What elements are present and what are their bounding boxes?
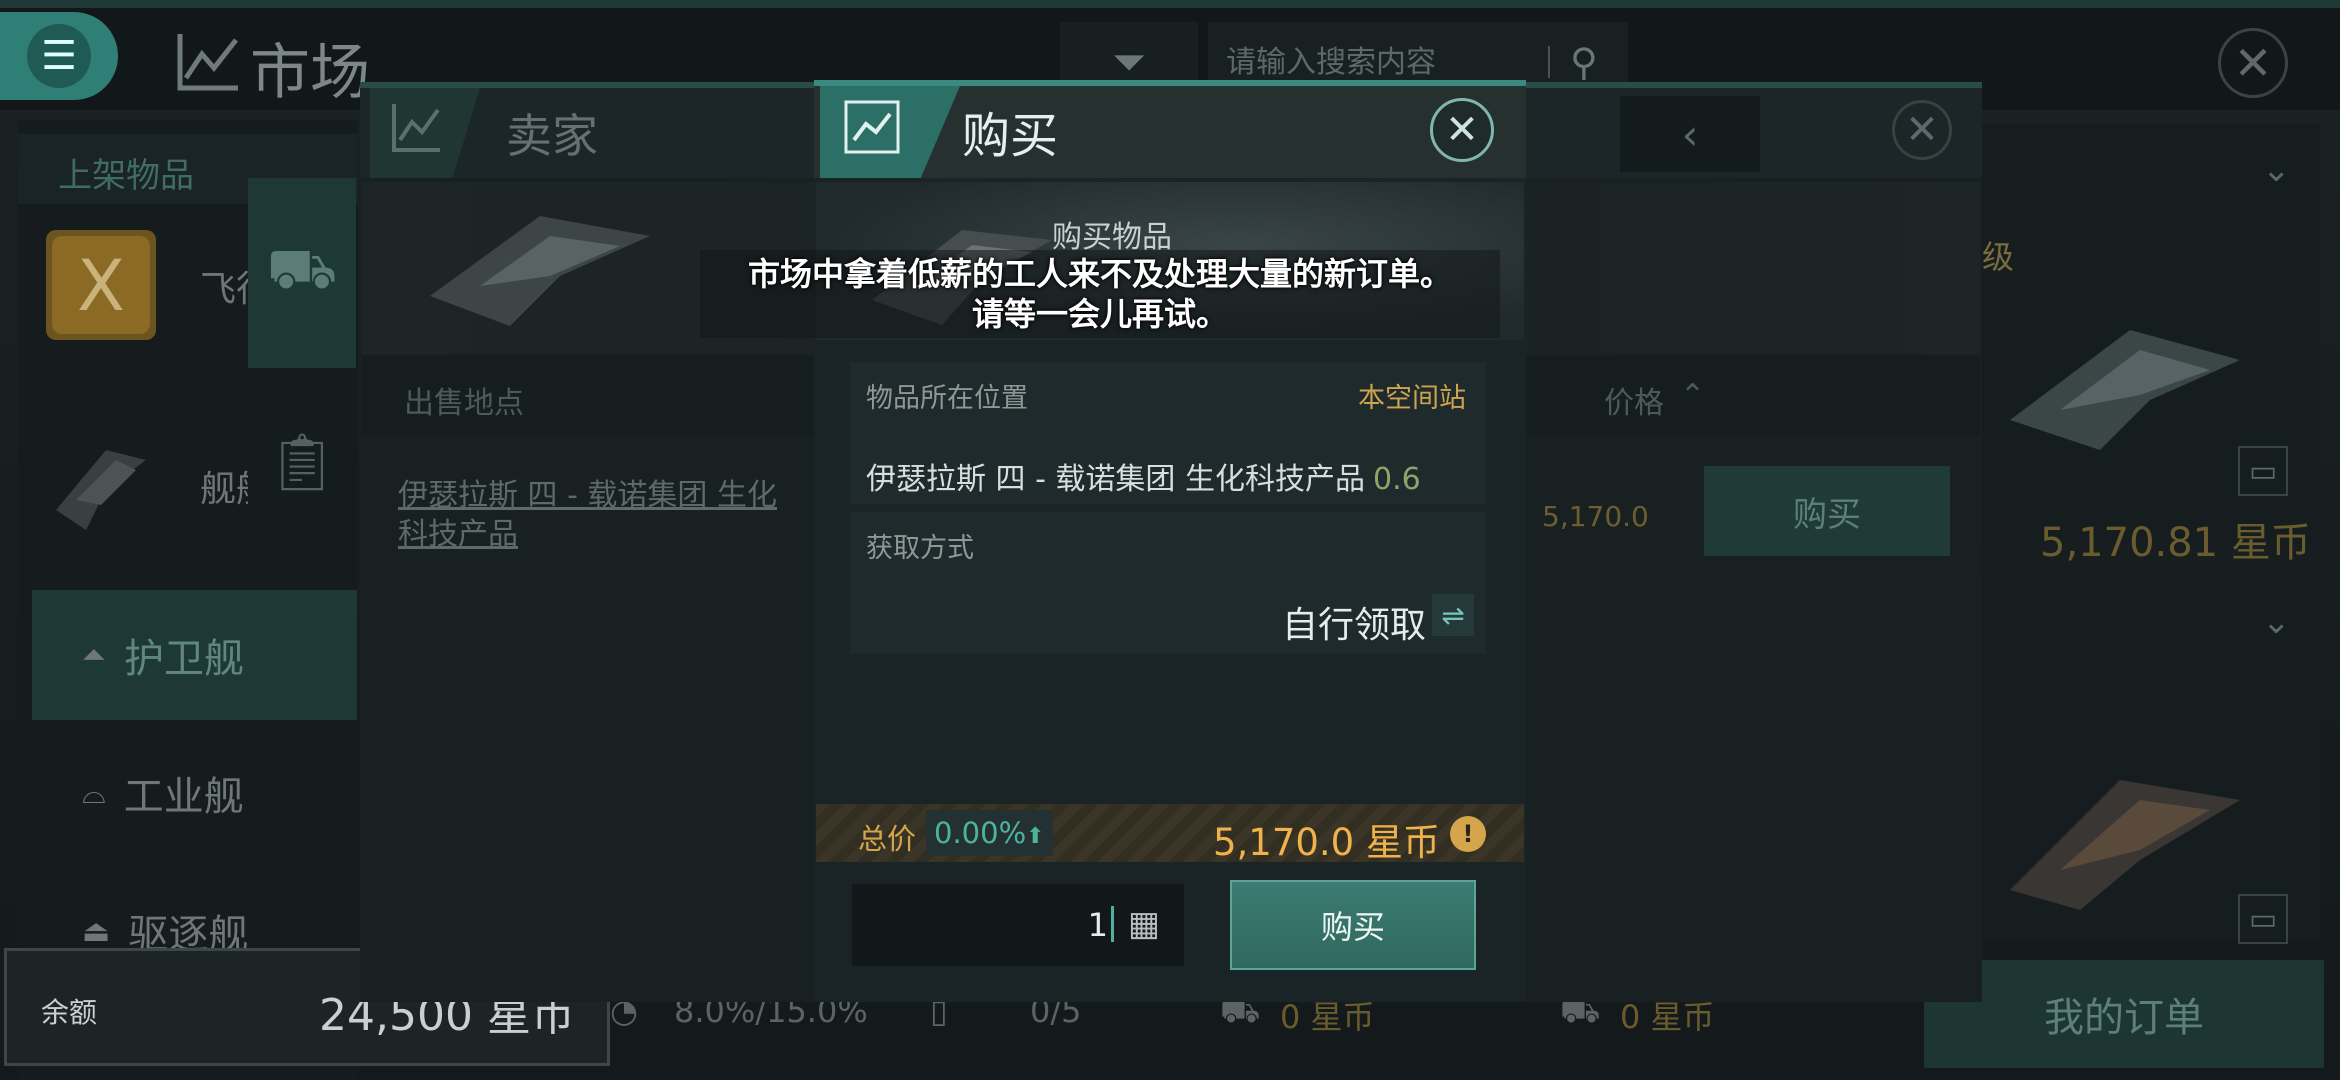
warning-icon[interactable]: ! <box>1450 816 1486 852</box>
calculator-icon[interactable]: ▦ <box>1128 904 1160 944</box>
buy-title: 购买 <box>962 108 1059 164</box>
chevron-up-icon: ⏶ <box>82 637 106 673</box>
close-icon: ✕ <box>1445 107 1479 153</box>
col-price[interactable]: 价格 <box>1604 378 1664 422</box>
chevron-left-icon: ‹ <box>1681 109 1699 159</box>
seller-close-button[interactable]: ✕ <box>1892 100 1952 160</box>
category-label: 工业舰 <box>123 774 244 820</box>
info-button[interactable]: ▭ <box>2238 894 2288 944</box>
ship-tier-tag: 级 <box>1982 238 2015 276</box>
location-box: 物品所在位置 本空间站 伊瑟拉斯 四 - 载诺集团 生化科技产品 0.6 <box>850 362 1486 504</box>
market-chart-icon <box>177 34 238 91</box>
total-bar: 总价 0.00%⬆ 5,170.0 星币 ! <box>816 804 1524 864</box>
destroyer-icon: ⏏ <box>82 913 111 949</box>
location-name: 伊瑟拉斯 四 - 载诺集团 生化科技产品 0.6 <box>866 454 1421 498</box>
menu-button[interactable]: ☰ <box>0 12 118 100</box>
svg-text:X: X <box>77 245 125 327</box>
chevron-down-icon[interactable]: ⌄ <box>2262 150 2291 190</box>
security-status: 0.6 <box>1372 462 1421 497</box>
page-title: 市场 <box>250 38 370 108</box>
busy-toast: 市场中拿着低薪的工人来不及处理大量的新订单。 请等一会儿再试。 <box>700 250 1500 338</box>
search-icon[interactable]: ⚲ <box>1570 40 1598 84</box>
side-tab-buy[interactable]: ⛟ <box>248 178 356 368</box>
seller-location-link[interactable]: 伊瑟拉斯 四 - 载诺集团 生化科技产品 <box>398 476 778 554</box>
close-icon: ✕ <box>2233 36 2273 90</box>
swap-icon[interactable]: ⇌ <box>1432 594 1474 636</box>
acquire-label: 获取方式 <box>866 533 974 564</box>
location-tag: 本空间站 <box>1358 383 1466 414</box>
acquire-value: 自行领取 <box>1281 605 1426 646</box>
col-location: 出售地点 <box>404 386 524 421</box>
arrow-up-icon: ⬆ <box>1026 824 1045 849</box>
quantity-field[interactable]: 1 ▦ <box>852 884 1184 966</box>
category-label: 护卫舰 <box>124 636 244 682</box>
location-label: 物品所在位置 <box>866 383 1028 414</box>
price-change-value: 0.00% <box>934 816 1027 850</box>
text-cursor <box>1111 906 1114 942</box>
my-orders-button[interactable]: 我的订单 <box>1924 960 2324 1068</box>
sort-up-icon[interactable]: ⌃ <box>1680 378 1705 413</box>
price-change: 0.00%⬆ <box>926 810 1053 856</box>
cart-download-icon: ⛟ <box>266 237 338 302</box>
category-industrial[interactable]: ⌓ 工业舰 <box>32 728 357 858</box>
ship-thumbnail <box>56 450 146 530</box>
toast-line-2: 请等一会儿再试。 <box>971 295 1228 333</box>
quantity-value: 1 <box>1087 906 1108 944</box>
close-market-button[interactable]: ✕ <box>2218 28 2288 98</box>
buy-close-button[interactable]: ✕ <box>1430 98 1494 162</box>
total-value: 5,170.0 星币 <box>1213 821 1440 864</box>
acquire-box: 获取方式 自行领取 ⇌ <box>850 512 1486 654</box>
station-name: 伊瑟拉斯 四 - 载诺集团 生化科技产品 <box>866 462 1365 497</box>
seller-price: 5,170.0 <box>1542 500 1649 533</box>
clipboard-icon: 📋︎ <box>266 430 338 495</box>
chevron-down-icon[interactable]: ⌄ <box>2262 602 2291 642</box>
chart-icon <box>392 104 440 152</box>
ship-image <box>430 216 650 326</box>
ship-image <box>2010 330 2240 450</box>
industrial-icon: ⌓ <box>82 775 106 811</box>
ship-price: 5,170.81 星币 <box>2040 520 2311 566</box>
chart-icon <box>844 100 900 154</box>
hamburger-icon: ☰ <box>27 24 91 88</box>
back-button[interactable]: ‹ <box>1620 96 1760 172</box>
seller-title: 卖家 <box>506 109 598 163</box>
search-input[interactable] <box>1226 38 1546 86</box>
ship-image <box>2010 780 2240 910</box>
skillbook-icon: X <box>46 230 156 340</box>
search-separator <box>1548 46 1550 78</box>
close-icon: ✕ <box>1905 107 1939 153</box>
total-label: 总价 <box>858 822 917 856</box>
toast-line-1: 市场中拿着低薪的工人来不及处理大量的新订单。 <box>747 255 1452 293</box>
seller-buy-button[interactable]: 购买 <box>1704 466 1950 556</box>
side-tab-list[interactable]: 📋︎ <box>248 372 356 552</box>
info-button[interactable]: ▭ <box>2238 446 2288 496</box>
category-frigate[interactable]: ⏶ 护卫舰 <box>32 590 357 720</box>
balance-label: 余额 <box>41 996 98 1029</box>
buy-button[interactable]: 购买 <box>1230 880 1476 970</box>
